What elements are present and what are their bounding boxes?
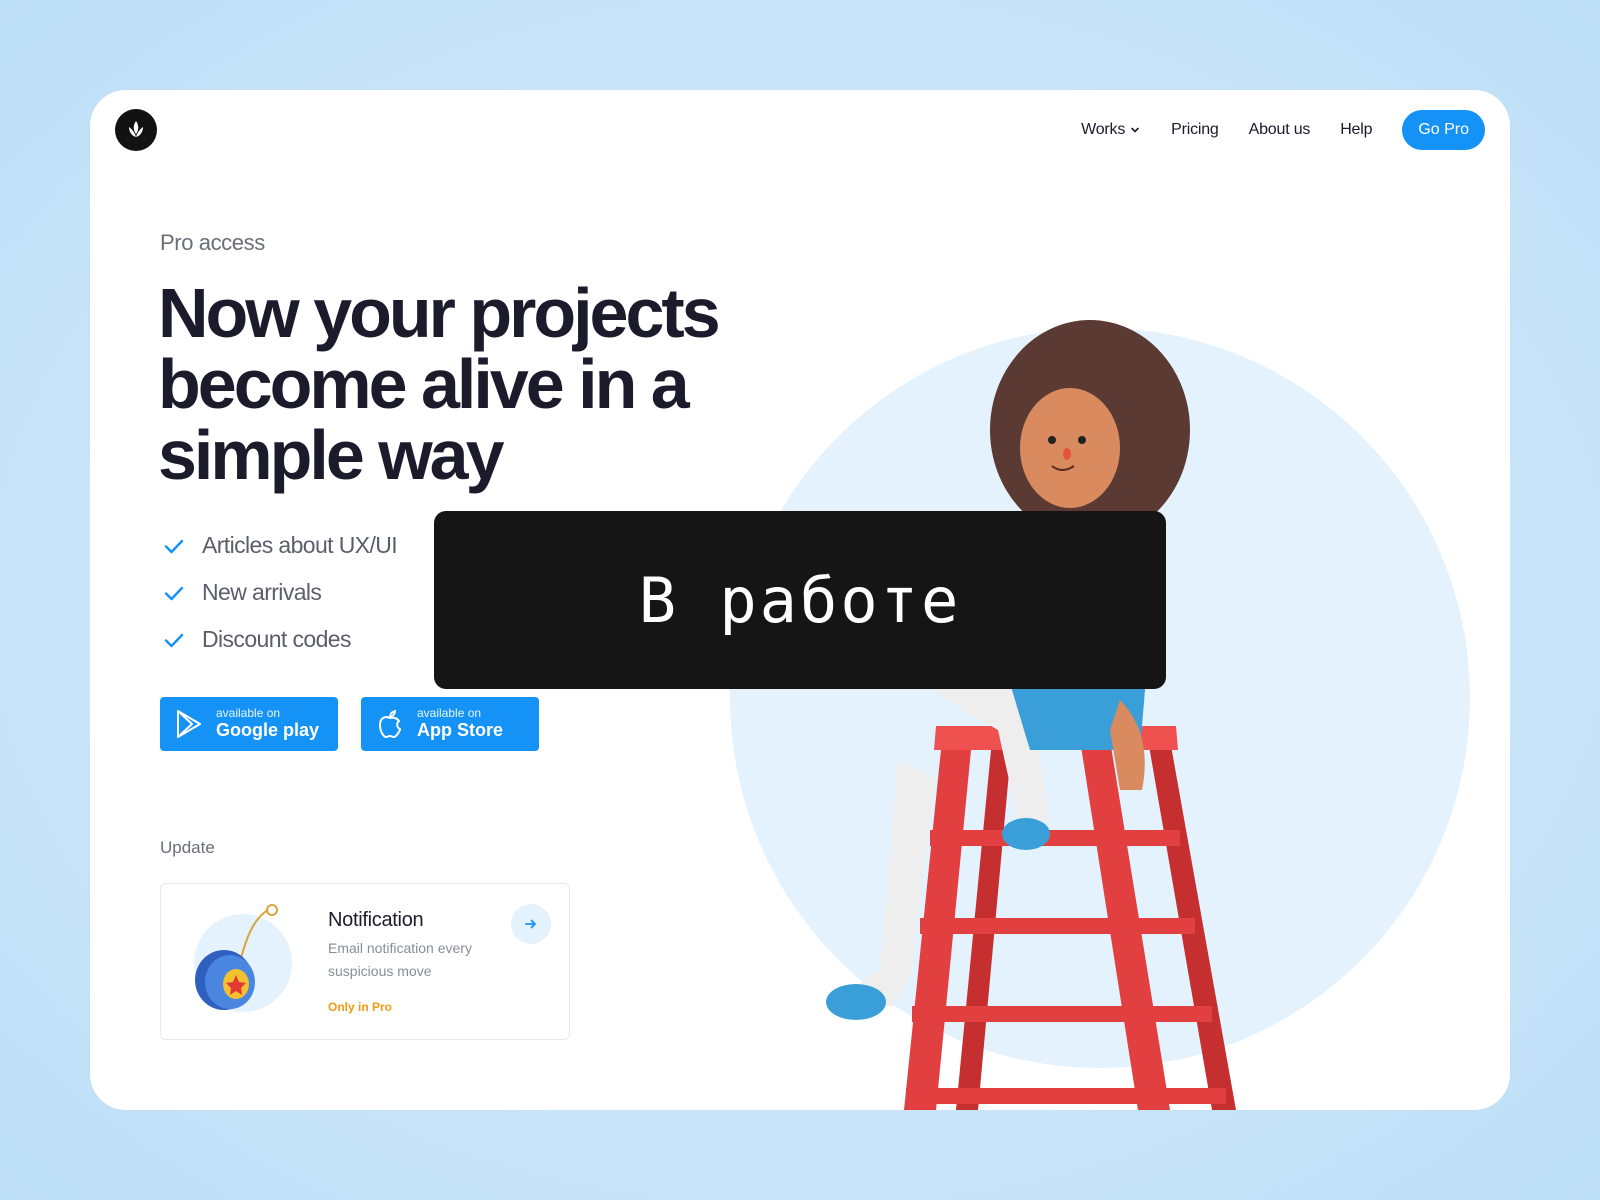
nav-item-works[interactable]: Works [1081,121,1141,139]
list-item: Discount codes [162,616,397,663]
feature-label: Articles about UX/UI [202,532,398,558]
nav-item-label: Pricing [1171,121,1219,138]
feature-list: Articles about UX/UI New arrivals Discou… [162,522,398,663]
app-store-button[interactable]: available on App Store [361,697,539,751]
nav-item-pricing[interactable]: Pricing [1171,121,1219,139]
nav-item-label: Help [1340,121,1373,138]
update-label: Update [160,838,215,857]
feature-label: Discount codes [202,626,351,652]
arrow-right-icon[interactable] [511,904,551,944]
store-big-label: App Store [417,720,504,740]
store-small-label: available on [417,706,482,720]
check-icon [162,628,186,652]
top-nav: Works Pricing About us Help Go Pro [1081,110,1485,150]
store-small-label: available on [216,706,281,720]
nav-item-help[interactable]: Help [1340,121,1372,139]
store-big-label: Google play [216,720,320,740]
nav-item-label: About us [1248,121,1311,138]
google-play-icon [174,708,204,740]
check-icon [162,581,186,605]
notification-title: Notification [328,909,424,931]
eyebrow-label: Pro access [160,230,265,255]
status-overlay-text: В работе [638,563,962,637]
yoyo-icon [194,904,292,1012]
nav-item-about[interactable]: About us [1249,121,1311,139]
notification-description: Email notification every suspicious move [328,940,472,979]
list-item: Articles about UX/UI [162,522,398,569]
landing-card: Works Pricing About us Help Go Pro Pro a… [90,90,1510,1110]
google-play-button[interactable]: available on Google play [160,697,338,751]
check-icon [162,534,186,558]
notification-card[interactable]: Notification Email notification every su… [160,883,570,1040]
feature-label: New arrivals [202,579,322,605]
go-pro-button[interactable]: Go Pro [1402,110,1485,150]
nav-item-label: Works [1081,121,1126,138]
page-title: Now your projects become alive in a simp… [158,274,721,494]
chevron-down-icon [1131,127,1139,133]
pro-badge: Only in Pro [328,1000,393,1014]
apple-icon [375,708,405,740]
logo-leaf-icon[interactable] [115,109,157,151]
list-item: New arrivals [162,569,397,616]
status-overlay: В работе [434,511,1166,689]
